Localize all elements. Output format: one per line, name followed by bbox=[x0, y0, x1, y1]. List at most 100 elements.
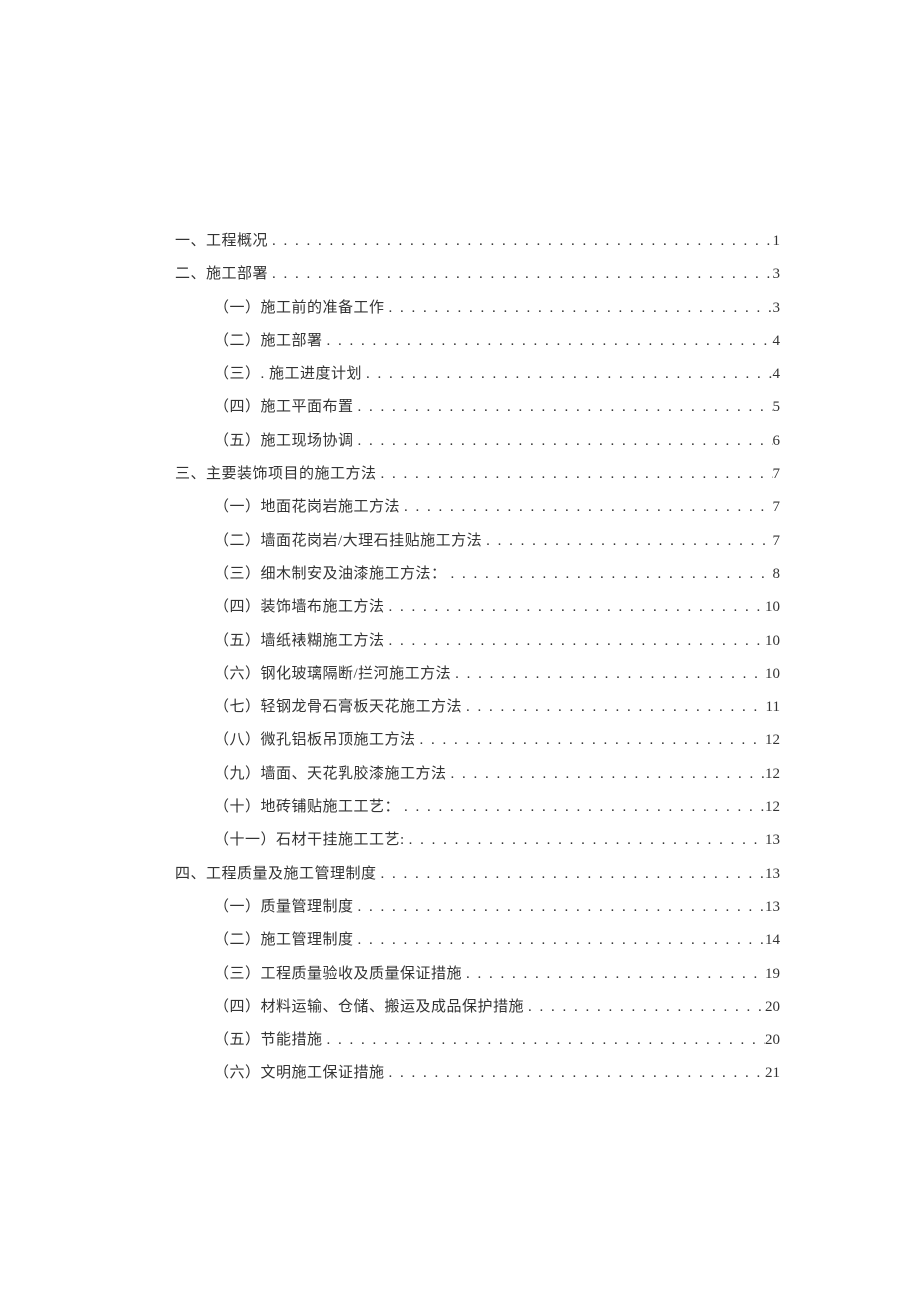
toc-entry-title: 二、施工部署 bbox=[175, 258, 268, 291]
toc-leader-dots bbox=[385, 1057, 765, 1090]
toc-entry-page: 20 bbox=[765, 1024, 780, 1057]
toc-entry: （五）墙纸裱糊施工方法10 bbox=[175, 625, 780, 658]
toc-entry-page: 14 bbox=[765, 924, 780, 957]
toc-entry-title: （五）施工现场协调 bbox=[214, 425, 354, 458]
toc-entry: 三、主要装饰项目的施工方法 7 bbox=[175, 458, 780, 491]
toc-entry: 一、工程概况 1 bbox=[175, 225, 780, 258]
toc-entry: （九）墙面、天花乳胶漆施工方法 12 bbox=[175, 758, 780, 791]
toc-leader-dots bbox=[400, 491, 772, 524]
toc-entry-title: （三）细木制安及油漆施工方法： bbox=[214, 558, 447, 591]
toc-entry-page: 8 bbox=[773, 558, 781, 591]
toc-entry-page: 5 bbox=[773, 391, 781, 424]
toc-entry-title: （四）装饰墙布施工方法 bbox=[214, 591, 385, 624]
toc-entry-page: 13 bbox=[765, 824, 780, 857]
toc-leader-dots bbox=[354, 425, 773, 458]
toc-entry-page: 6 bbox=[773, 425, 781, 458]
toc-entry-title: 四、工程质量及施工管理制度 bbox=[175, 858, 377, 891]
toc-entry: 四、工程质量及施工管理制度 13 bbox=[175, 858, 780, 891]
toc-entry-page: 20 bbox=[765, 991, 780, 1024]
toc-entry-title: （三）. 施工进度计划 bbox=[214, 358, 362, 391]
toc-entry: （五）节能措施 20 bbox=[175, 1024, 780, 1057]
toc-leader-dots bbox=[385, 591, 765, 624]
toc-leader-dots bbox=[400, 791, 765, 824]
toc-entry-page: 12 bbox=[765, 758, 780, 791]
toc-leader-dots bbox=[268, 225, 772, 258]
toc-leader-dots bbox=[354, 891, 765, 924]
toc-entry-page: 7 bbox=[773, 525, 781, 558]
toc-entry: （二）墙面花岗岩/大理石挂贴施工方法 7 bbox=[175, 525, 780, 558]
toc-leader-dots bbox=[405, 824, 765, 857]
toc-entry: （六）文明施工保证措施 21 bbox=[175, 1057, 780, 1090]
toc-entry-title: （六）文明施工保证措施 bbox=[214, 1057, 385, 1090]
toc-entry-page: 3 bbox=[773, 258, 781, 291]
toc-leader-dots bbox=[268, 258, 772, 291]
toc-entry-title: （一）施工前的准备工作 bbox=[214, 292, 385, 325]
toc-entry-title: （八）微孔铝板吊顶施工方法 bbox=[214, 724, 416, 757]
toc-entry-page: 13 bbox=[765, 891, 780, 924]
toc-entry: （三）细木制安及油漆施工方法： 8 bbox=[175, 558, 780, 591]
toc-entry-title: （二）施工管理制度 bbox=[214, 924, 354, 957]
toc-entry-page: 7 bbox=[773, 458, 781, 491]
toc-leader-dots bbox=[354, 924, 765, 957]
toc-entry: （五）施工现场协调 6 bbox=[175, 425, 780, 458]
toc-leader-dots bbox=[323, 1024, 765, 1057]
toc-entry-title: （九）墙面、天花乳胶漆施工方法 bbox=[214, 758, 447, 791]
toc-entry: （四）材料运输、仓储、搬运及成品保护措施 20 bbox=[175, 991, 780, 1024]
toc-entry-page: 10 bbox=[765, 625, 780, 658]
toc-leader-dots bbox=[362, 358, 772, 391]
toc-entry-page: 11 bbox=[766, 691, 780, 724]
toc-entry-page: 13 bbox=[765, 858, 780, 891]
toc-leader-dots bbox=[416, 724, 765, 757]
toc-entry-title: （二）墙面花岗岩/大理石挂贴施工方法 bbox=[214, 525, 482, 558]
toc-entry-title: （七）轻钢龙骨石膏板天花施工方法 bbox=[214, 691, 462, 724]
toc-entry-page: 1 bbox=[773, 225, 781, 258]
toc-entry-title: 一、工程概况 bbox=[175, 225, 268, 258]
toc-entry: （八）微孔铝板吊顶施工方法 12 bbox=[175, 724, 780, 757]
toc-entry: （二）施工部署 4 bbox=[175, 325, 780, 358]
toc-entry: （三）. 施工进度计划 4 bbox=[175, 358, 780, 391]
toc-entry: （七）轻钢龙骨石膏板天花施工方法 11 bbox=[175, 691, 780, 724]
toc-entry: （四）施工平面布置 5 bbox=[175, 391, 780, 424]
toc-entry-page: 3 bbox=[773, 292, 781, 325]
toc-leader-dots bbox=[377, 858, 765, 891]
toc-entry-page: 19 bbox=[765, 958, 780, 991]
toc-leader-dots bbox=[462, 691, 766, 724]
toc-entry: （一）施工前的准备工作 3 bbox=[175, 292, 780, 325]
toc-entry: （十）地砖铺贴施工工艺：12 bbox=[175, 791, 780, 824]
toc-entry-title: （十一）石材干挂施工工艺: bbox=[214, 824, 405, 857]
toc-entry-title: （六）钢化玻璃隔断/拦河施工方法 bbox=[214, 658, 451, 691]
toc-entry-page: 12 bbox=[765, 791, 780, 824]
toc-entry-title: （四）施工平面布置 bbox=[214, 391, 354, 424]
toc-entry-title: （五）节能措施 bbox=[214, 1024, 323, 1057]
toc-entry-page: 10 bbox=[765, 591, 780, 624]
toc-entry-title: （四）材料运输、仓储、搬运及成品保护措施 bbox=[214, 991, 524, 1024]
toc-leader-dots bbox=[385, 292, 773, 325]
toc-entry-title: （三）工程质量验收及质量保证措施 bbox=[214, 958, 462, 991]
toc-entry-page: 4 bbox=[773, 325, 781, 358]
toc-leader-dots bbox=[323, 325, 773, 358]
toc-leader-dots bbox=[385, 625, 765, 658]
toc-entry-title: 三、主要装饰项目的施工方法 bbox=[175, 458, 377, 491]
toc-entry: （一）地面花岗岩施工方法 7 bbox=[175, 491, 780, 524]
toc-entry-page: 10 bbox=[765, 658, 780, 691]
toc-entry: （四）装饰墙布施工方法 10 bbox=[175, 591, 780, 624]
toc-entry-page: 21 bbox=[765, 1057, 780, 1090]
toc-leader-dots bbox=[462, 958, 765, 991]
toc-entry-title: （一）地面花岗岩施工方法 bbox=[214, 491, 400, 524]
toc-entry: （十一）石材干挂施工工艺: 13 bbox=[175, 824, 780, 857]
toc-entry: 二、施工部署 3 bbox=[175, 258, 780, 291]
toc-entry-title: （二）施工部署 bbox=[214, 325, 323, 358]
toc-leader-dots bbox=[451, 658, 765, 691]
toc-entry: （二）施工管理制度 14 bbox=[175, 924, 780, 957]
toc-entry-title: （一）质量管理制度 bbox=[214, 891, 354, 924]
toc-leader-dots bbox=[524, 991, 765, 1024]
toc-leader-dots bbox=[377, 458, 773, 491]
toc-entry: （三）工程质量验收及质量保证措施 19 bbox=[175, 958, 780, 991]
toc-leader-dots bbox=[447, 558, 773, 591]
toc-entry-page: 12 bbox=[765, 724, 780, 757]
toc-leader-dots bbox=[354, 391, 773, 424]
toc-entry-page: 7 bbox=[773, 491, 781, 524]
toc-entry: （一）质量管理制度 13 bbox=[175, 891, 780, 924]
toc-entry-page: 4 bbox=[773, 358, 781, 391]
toc-entry: （六）钢化玻璃隔断/拦河施工方法 10 bbox=[175, 658, 780, 691]
